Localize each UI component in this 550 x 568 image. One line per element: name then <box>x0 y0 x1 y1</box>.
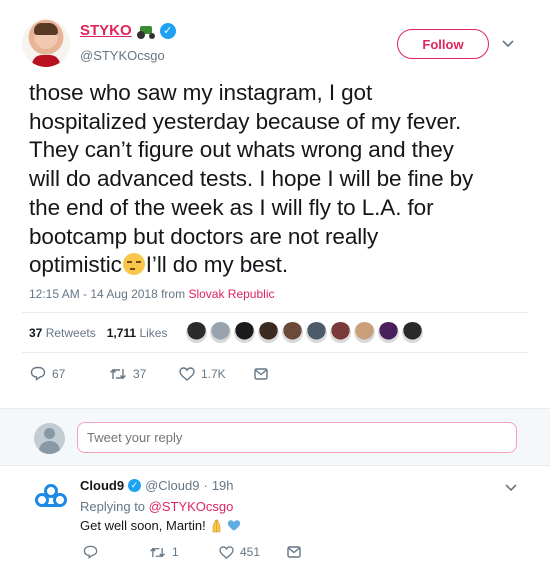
tweet-text-fragment: I’ll do my best. <box>145 252 288 278</box>
tweet-stats: 37 Retweets 1,711 Likes <box>29 326 167 340</box>
reply-time[interactable]: 19h <box>212 478 234 493</box>
reply-icon <box>83 545 98 559</box>
retweet-icon <box>110 368 126 379</box>
tractor-emoji-icon <box>136 24 155 39</box>
tweet-meta: 12:15 AM - 14 Aug 2018 from Slovak Repub… <box>29 287 274 301</box>
envelope-icon <box>287 546 301 558</box>
retweet-icon <box>150 547 165 557</box>
reply-input[interactable] <box>77 422 517 453</box>
likes-stat[interactable]: 1,711 Likes <box>107 326 168 340</box>
retweet-count: 37 <box>133 366 147 381</box>
verified-badge-icon: ✓ <box>128 479 142 492</box>
reply-header: Cloud9 ✓ @Cloud9 · 19h <box>80 478 234 493</box>
liker-avatars <box>186 322 423 343</box>
tweet-text-line: They can’t figure out whats wrong and th… <box>29 137 454 163</box>
verified-badge-icon: ✓ <box>159 22 176 39</box>
heart-icon <box>179 366 195 381</box>
reply-author-handle[interactable]: @Cloud9 <box>145 478 199 493</box>
reply-like-action[interactable]: 451 <box>219 545 287 559</box>
tweet-text-line: will do advanced tests. I hope I will be… <box>29 166 474 192</box>
retweets-stat[interactable]: 37 Retweets <box>29 326 96 340</box>
reply-count: 67 <box>52 366 66 381</box>
tweet-text-line: the end of the week as I will fly to L.A… <box>29 194 434 220</box>
replying-to-prefix: Replying to <box>80 499 149 514</box>
like-count: 1.7K <box>201 366 226 381</box>
author-handle[interactable]: @STYKOcsgo <box>80 48 165 63</box>
likes-count: 1,711 <box>106 326 137 340</box>
like-action[interactable]: 1.7K <box>179 367 254 381</box>
divider <box>22 312 528 313</box>
reply-retweet-action[interactable]: 1 <box>149 545 219 559</box>
chevron-down-icon[interactable] <box>505 481 517 495</box>
liker-avatar[interactable] <box>258 322 279 343</box>
author-name-row: STYKO ✓ <box>80 22 176 39</box>
reply-separator: · <box>203 478 208 493</box>
liker-avatar[interactable] <box>186 322 207 343</box>
tweet-text: those who saw my instagram, I got hospit… <box>29 79 529 280</box>
follow-button[interactable]: Follow <box>397 29 489 59</box>
author-display-name[interactable]: STYKO <box>80 22 132 39</box>
liker-avatar[interactable] <box>306 322 327 343</box>
reply-retweet-count: 1 <box>172 545 179 559</box>
reply-action[interactable]: 67 <box>30 366 109 381</box>
liker-avatar[interactable] <box>378 322 399 343</box>
tweet-timestamp[interactable]: 12:15 AM - 14 Aug 2018 from <box>29 287 188 301</box>
retweets-label: Retweets <box>45 326 96 340</box>
reply-dm-action[interactable] <box>287 546 301 558</box>
cloud9-logo-icon[interactable] <box>33 480 69 516</box>
liker-avatar[interactable] <box>354 322 375 343</box>
liker-avatar[interactable] <box>282 322 303 343</box>
envelope-icon <box>254 367 268 380</box>
folded-hands-emoji-icon <box>212 519 221 533</box>
heart-icon <box>219 545 234 559</box>
tweet-text-line: hospitalized yesterday because of my fev… <box>29 108 462 134</box>
replying-to: Replying to @STYKOcsgo <box>80 499 233 514</box>
retweet-action[interactable]: 37 <box>109 367 179 381</box>
user-avatar <box>34 423 65 454</box>
author-avatar[interactable] <box>22 19 70 67</box>
divider <box>22 352 528 353</box>
direct-message-action[interactable] <box>254 367 268 380</box>
reply-reply-action[interactable] <box>83 545 149 559</box>
reply-icon <box>30 366 46 381</box>
tweet-text-line: bootcamp but doctors are not really <box>29 223 379 249</box>
liker-avatar[interactable] <box>402 322 423 343</box>
replying-to-mention[interactable]: @STYKOcsgo <box>149 499 234 514</box>
liker-avatar[interactable] <box>234 322 255 343</box>
avatar-hair <box>34 23 58 35</box>
reply-text: Get well soon, Martin! <box>80 518 241 533</box>
tweet-text-line: those who saw my instagram, I got <box>29 80 373 105</box>
unamused-face-emoji-icon <box>122 253 145 276</box>
retweets-count: 37 <box>29 326 43 340</box>
reply-author-name[interactable]: Cloud9 <box>80 478 124 493</box>
reply-like-count: 451 <box>240 545 261 559</box>
tweet-text-fragment: optimistic <box>29 252 122 278</box>
liker-avatar[interactable] <box>330 322 351 343</box>
reply-actions: 1 451 <box>83 545 301 559</box>
tweet-location-link[interactable]: Slovak Republic <box>188 287 274 301</box>
chevron-down-icon[interactable] <box>502 37 514 49</box>
tweet-text-line-last: optimistic I’ll do my best. <box>29 251 529 280</box>
avatar-shirt <box>32 55 60 67</box>
blue-heart-emoji-icon <box>227 520 240 531</box>
reply-text-content: Get well soon, Martin! <box>80 518 206 533</box>
tweet-actions: 67 37 1.7K <box>30 366 268 381</box>
liker-avatar[interactable] <box>210 322 231 343</box>
likes-label: Likes <box>139 326 168 340</box>
